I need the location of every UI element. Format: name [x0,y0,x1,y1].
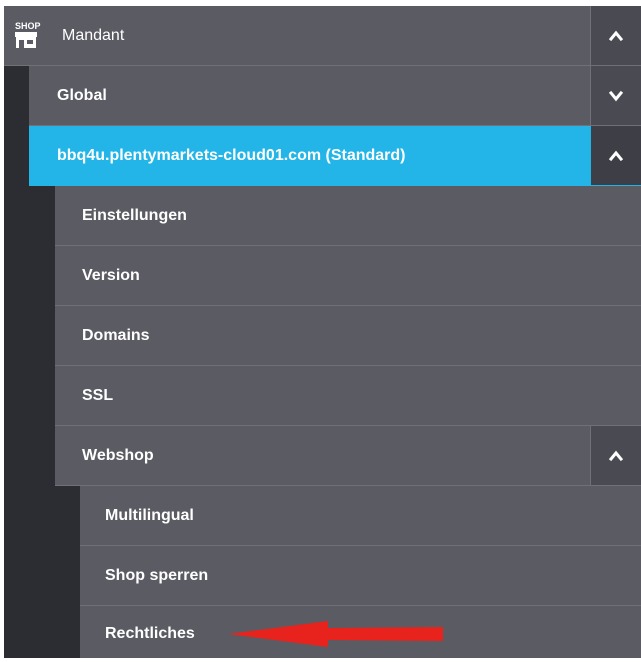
indent-bar-level-1 [4,66,29,658]
menu-item-mandant[interactable]: SHOP Mandant [4,6,641,66]
menu-item-label: SSL [82,387,114,404]
screenshot-frame: SHOP Mandant Global bbq4u.plentymarkets-… [0,0,641,658]
menu-item-shop-sperren[interactable]: Shop sperren [80,546,641,606]
indent-bar-level-2 [29,186,55,658]
menu-item-client-standard[interactable]: bbq4u.plentymarkets-cloud01.com (Standar… [29,126,641,186]
expand-global-toggle[interactable] [590,66,641,125]
chevron-up-icon [608,30,624,41]
menu-item-label: Version [82,267,140,284]
red-arrow-icon [228,621,443,647]
indent-bar-level-3 [55,486,80,658]
shop-storefront-icon: SHOP [15,21,41,48]
menu-item-global[interactable]: Global [29,66,641,126]
chevron-up-icon [608,450,624,461]
settings-menu: SHOP Mandant Global bbq4u.plentymarkets-… [4,6,641,658]
menu-item-einstellungen[interactable]: Einstellungen [55,186,641,246]
menu-item-label: Shop sperren [105,567,209,584]
svg-text:SHOP: SHOP [15,21,41,31]
menu-item-label: Webshop [82,447,154,464]
menu-item-version[interactable]: Version [55,246,641,306]
menu-item-label: Global [57,87,107,104]
menu-item-label: Domains [82,327,150,344]
collapse-webshop-toggle[interactable] [590,426,641,485]
menu-item-label: Einstellungen [82,207,187,224]
menu-item-label: Rechtliches [105,625,195,642]
menu-item-multilingual[interactable]: Multilingual [80,486,641,546]
chevron-up-icon [608,150,624,161]
menu-item-label: Mandant [62,27,125,44]
collapse-mandant-toggle[interactable] [590,6,641,65]
menu-item-label: bbq4u.plentymarkets-cloud01.com (Standar… [57,147,406,164]
menu-item-label: Multilingual [105,507,194,524]
menu-item-webshop[interactable]: Webshop [55,426,641,486]
collapse-client-toggle[interactable] [591,126,641,185]
chevron-down-icon [608,90,624,101]
menu-item-ssl[interactable]: SSL [55,366,641,426]
menu-item-domains[interactable]: Domains [55,306,641,366]
